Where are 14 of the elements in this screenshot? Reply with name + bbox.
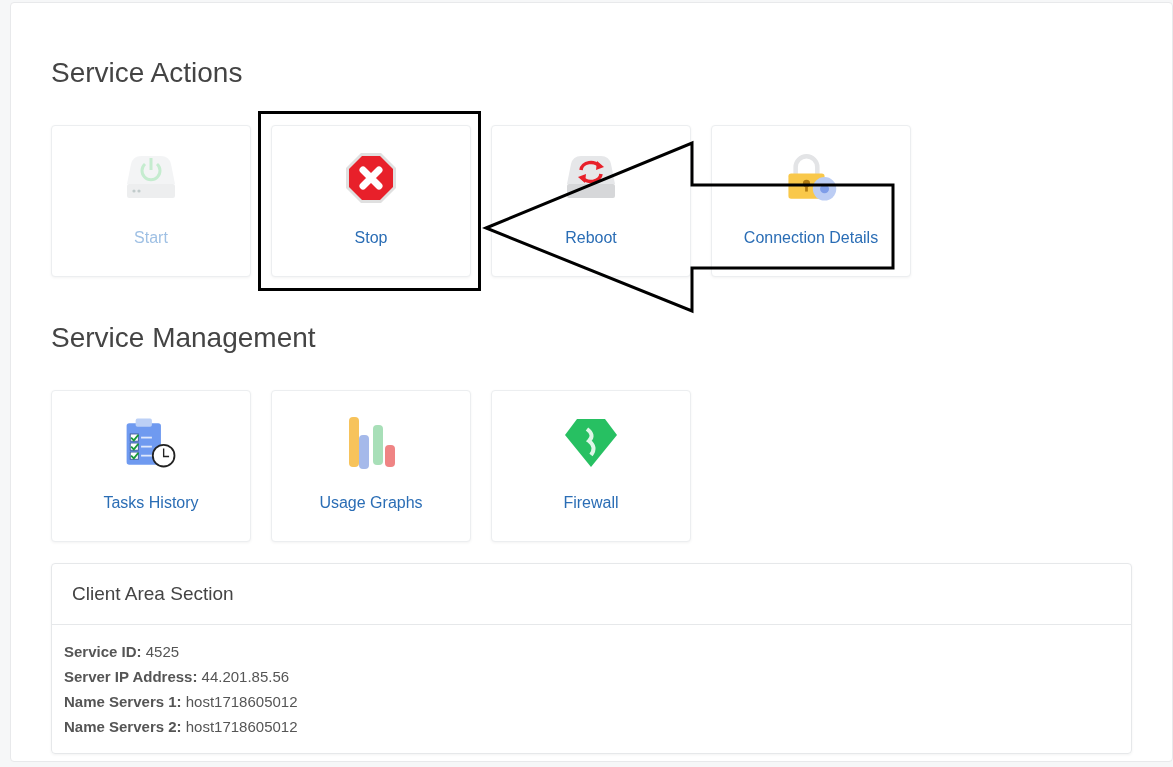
info-row-text: Name Servers 2: host1718605012 (64, 717, 299, 737)
section-heading: Service Actions (51, 56, 244, 90)
action-tile[interactable]: Tasks History (51, 390, 251, 542)
info-row-text: Server IP Address: 44.201.85.56 (64, 667, 291, 687)
action-tile[interactable]: Usage Graphs (271, 390, 471, 542)
info-row-text: Service ID: 4525 (64, 642, 181, 662)
action-tile[interactable]: Reboot (491, 125, 691, 277)
panel-title: Client Area Section (52, 564, 1131, 625)
stop-icon (343, 150, 399, 206)
info-row-text: Name Servers 1: host1718605012 (64, 692, 299, 712)
section-heading: Service Management (51, 321, 317, 355)
action-tile[interactable]: Stop (271, 125, 471, 277)
action-tile[interactable]: Firewall (491, 390, 691, 542)
action-tile[interactable]: Connection Details (711, 125, 911, 277)
